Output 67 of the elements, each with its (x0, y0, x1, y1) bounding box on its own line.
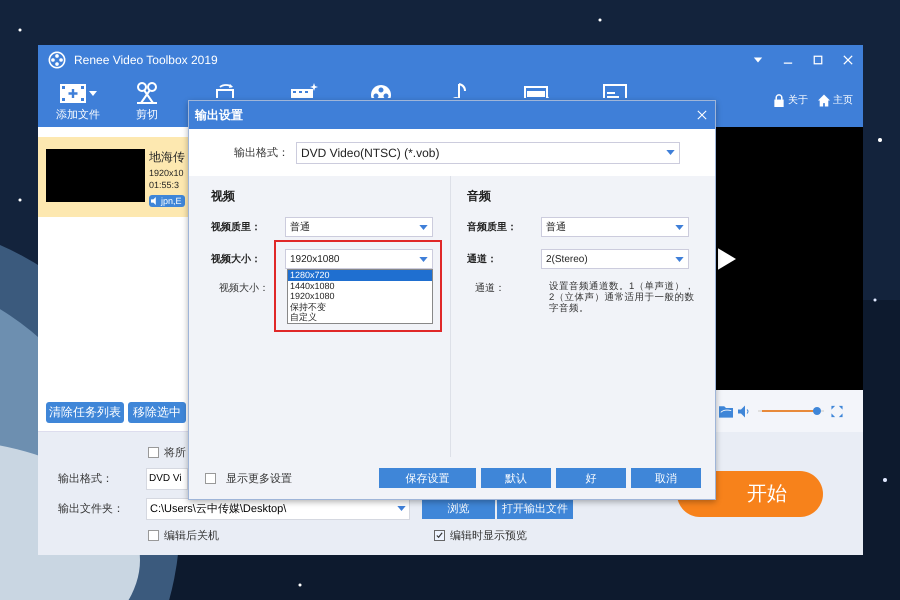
size-select[interactable]: 1920x1080 (285, 249, 433, 269)
channel-select[interactable]: 2(Stereo) (541, 249, 689, 269)
close-icon[interactable] (843, 55, 853, 65)
file-resolution: 1920x10 (149, 168, 185, 178)
header-link[interactable]: 主页 (833, 93, 853, 107)
field-label: 视频大小： (211, 252, 262, 266)
caret-icon (397, 506, 406, 511)
file-duration: 01:55:3 (149, 180, 180, 190)
film-add-icon[interactable] (58, 81, 98, 105)
hint-label: 通道： (475, 282, 506, 296)
checkbox[interactable] (434, 530, 445, 540)
field-label: 通道： (467, 252, 498, 266)
format-select[interactable]: DVD Vi (146, 468, 188, 490)
quality-select[interactable]: 普通 (285, 217, 433, 237)
field-label: 视频质里： (211, 220, 262, 234)
dialog-button[interactable]: 好 (556, 468, 626, 488)
quality-select[interactable]: 普通 (541, 217, 689, 237)
hint-text: 设置音频通道数。1（单声道），2（立体声）通常适用于一般的数字音频。 (549, 281, 696, 314)
dropdown-option[interactable]: 1440x1080 (288, 280, 432, 291)
field-label: 输出文件夹： (58, 502, 125, 516)
dialog-button[interactable]: 默认 (481, 468, 551, 488)
play-icon[interactable] (718, 246, 736, 270)
audio-track-label: jpn,E (161, 196, 182, 206)
maximize-icon[interactable] (813, 55, 823, 65)
folder-button[interactable]: 打开输出文件 (497, 498, 573, 518)
tool-label[interactable]: 添加文件 (56, 107, 100, 122)
dropdown-option[interactable]: 自定义 (288, 312, 432, 322)
caret-icon (419, 256, 428, 262)
window-title: Renee Video Toolbox 2019 (74, 53, 218, 67)
film-reel-icon (48, 51, 66, 69)
dropdown-icon[interactable] (753, 55, 763, 65)
field-label: 输出格式： (58, 472, 114, 486)
field-label: 音频质里： (467, 220, 518, 234)
tool-label[interactable]: 剪切 (136, 107, 158, 122)
dialog-button[interactable]: 保存设置 (379, 468, 476, 488)
list-button[interactable]: 清除任务列表 (46, 402, 124, 423)
caret-icon (419, 224, 428, 230)
checkbox-label: 将所 (164, 446, 186, 460)
section-heading: 音频 (467, 188, 492, 205)
header-link[interactable]: 关于 (788, 93, 808, 107)
folder-button[interactable]: 浏览 (422, 498, 495, 518)
dropdown-option[interactable]: 保持不变 (288, 302, 432, 312)
fullscreen-icon[interactable] (830, 404, 844, 418)
checkbox-label: 编辑时显示预览 (450, 528, 527, 542)
close-icon[interactable] (697, 110, 707, 120)
field-label: 输出格式： (234, 146, 290, 160)
dropdown-option[interactable]: 1280x720 (288, 270, 432, 280)
checkbox-label: 显示更多设置 (226, 472, 292, 486)
audio-track-tag[interactable]: jpn,E (149, 195, 185, 207)
checkbox[interactable] (205, 472, 216, 484)
checkbox-label: 编辑后关机 (164, 528, 219, 542)
folder-icon[interactable] (719, 404, 733, 418)
lock-icon[interactable] (773, 94, 785, 106)
format-select[interactable]: DVD Video(NTSC) (*.vob) (296, 142, 680, 164)
home-icon[interactable] (818, 94, 830, 106)
section-heading: 视频 (211, 188, 236, 205)
caret-icon (675, 256, 684, 262)
dialog-title: 输出设置 (195, 106, 243, 124)
caret-icon (675, 224, 684, 230)
file-title: 地海传 (149, 149, 185, 166)
dialog-button[interactable]: 取消 (631, 468, 701, 488)
caret-icon (666, 150, 675, 155)
speaker-icon (151, 197, 159, 205)
checkbox[interactable] (148, 530, 159, 540)
dropdown-option[interactable]: 1920x1080 (288, 291, 432, 302)
list-button[interactable]: 移除选中 (128, 402, 186, 423)
checkbox[interactable] (148, 446, 159, 458)
